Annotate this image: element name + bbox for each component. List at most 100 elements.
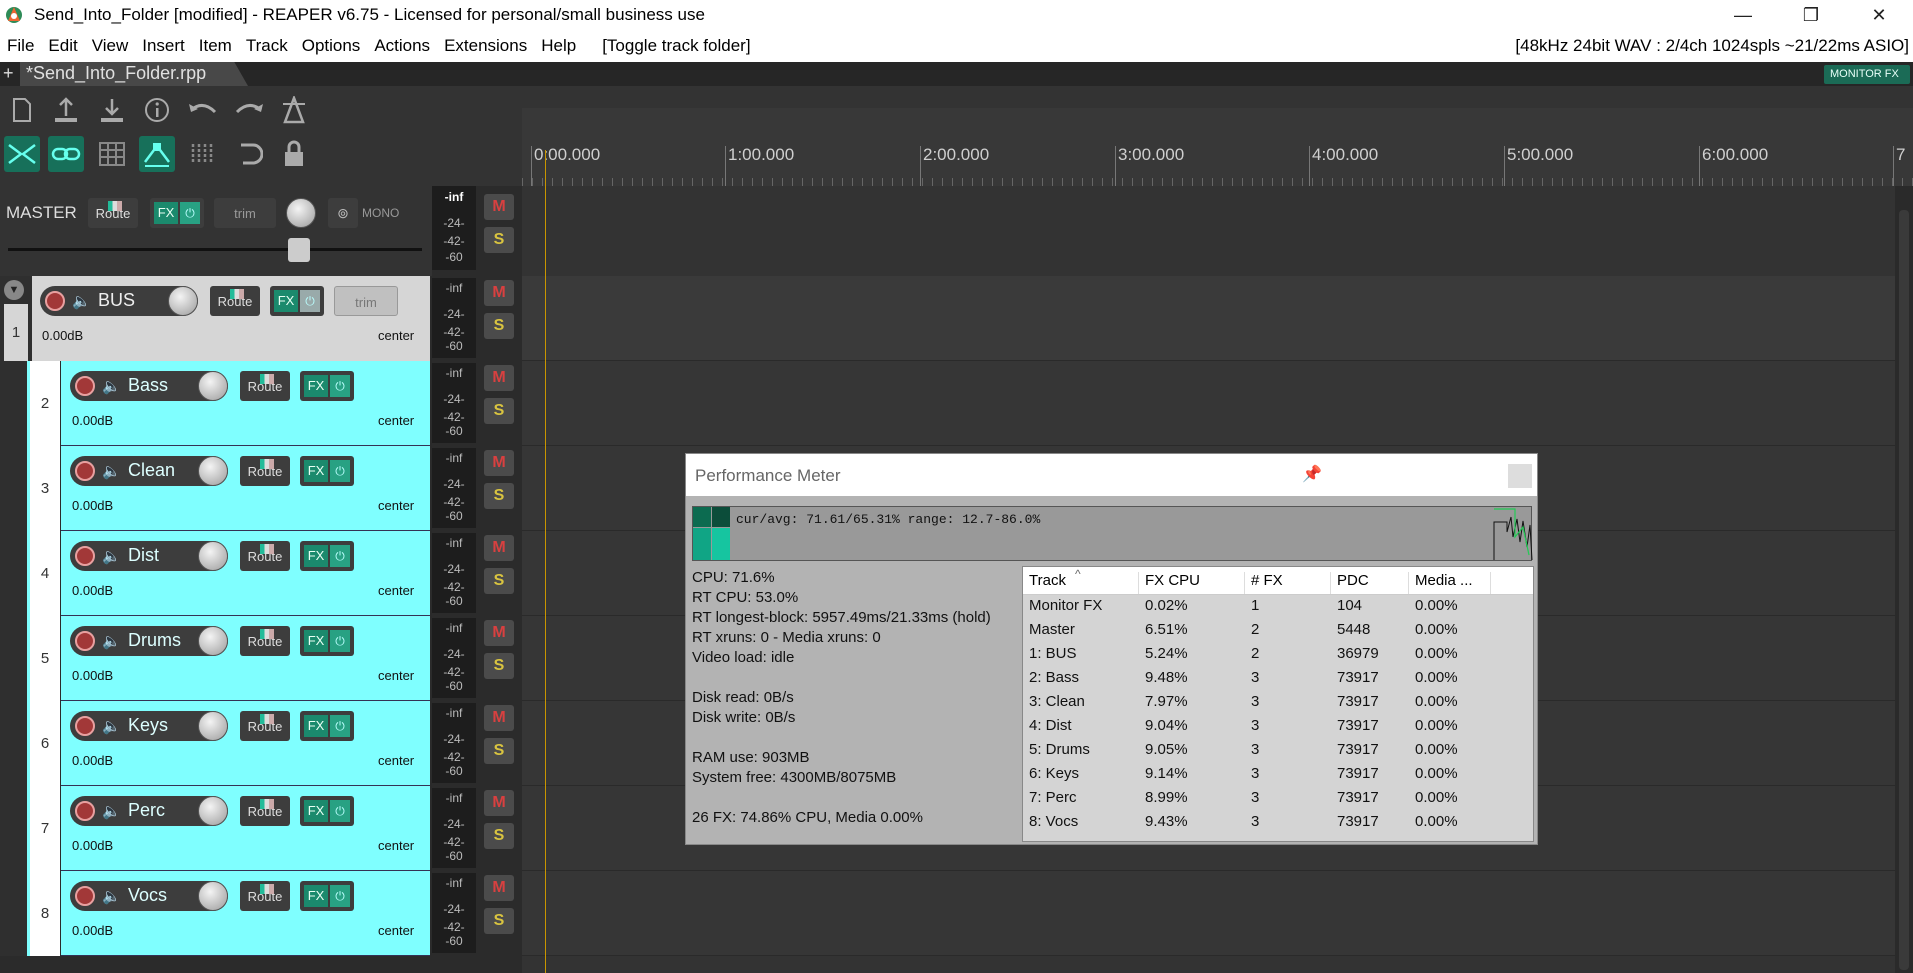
- speaker-icon[interactable]: 🔈: [102, 632, 121, 650]
- open-project-icon[interactable]: [94, 92, 130, 128]
- master-trim-button[interactable]: trim: [214, 198, 276, 228]
- track-fx-button[interactable]: FX ⏻: [300, 796, 354, 826]
- folder-collapse-icon[interactable]: ▼: [4, 280, 24, 300]
- track-volume-knob[interactable]: [198, 541, 228, 571]
- track-row-drums[interactable]: 5 🔈 Drums Route FX ⏻ 0.00dB center: [0, 616, 432, 701]
- track-lane-vocs[interactable]: [522, 871, 1913, 956]
- mute-button[interactable]: M: [484, 790, 514, 816]
- table-row[interactable]: 4: Dist 9.04% 3 73917 0.00%: [1023, 715, 1533, 739]
- menu-view[interactable]: View: [85, 36, 136, 56]
- track-fx-button[interactable]: FX ⏻: [300, 541, 354, 571]
- pin-icon[interactable]: 📌: [1302, 464, 1322, 484]
- menu-insert[interactable]: Insert: [135, 36, 192, 56]
- mute-button[interactable]: M: [484, 620, 514, 646]
- col-media[interactable]: Media ...: [1415, 572, 1491, 594]
- record-arm-icon[interactable]: [75, 801, 95, 821]
- track-route-button[interactable]: Route: [240, 456, 290, 486]
- track-fx-button[interactable]: FX ⏻: [300, 711, 354, 741]
- maximize-button[interactable]: ❐: [1777, 0, 1845, 30]
- solo-button[interactable]: S: [484, 313, 514, 339]
- table-row[interactable]: 2: Bass 9.48% 3 73917 0.00%: [1023, 667, 1533, 691]
- menu-item[interactable]: Item: [192, 36, 239, 56]
- menu-help[interactable]: Help: [534, 36, 583, 56]
- record-arm-icon[interactable]: [45, 291, 65, 311]
- undo-icon[interactable]: [185, 92, 221, 128]
- master-volume-fader[interactable]: [288, 238, 310, 262]
- menu-file[interactable]: File: [0, 36, 41, 56]
- col-fx-cpu[interactable]: FX CPU: [1145, 572, 1245, 594]
- track-trim-button[interactable]: trim: [334, 286, 398, 316]
- mute-button[interactable]: M: [484, 280, 514, 306]
- record-arm-icon[interactable]: [75, 631, 95, 651]
- mute-button[interactable]: M: [484, 535, 514, 561]
- lock-icon[interactable]: [276, 136, 312, 172]
- table-row[interactable]: 5: Drums 9.05% 3 73917 0.00%: [1023, 739, 1533, 763]
- track-volume-knob[interactable]: [198, 456, 228, 486]
- master-mute-button[interactable]: M: [484, 194, 514, 220]
- speaker-icon[interactable]: 🔈: [102, 717, 121, 735]
- speaker-icon[interactable]: 🔈: [102, 802, 121, 820]
- solo-button[interactable]: S: [484, 483, 514, 509]
- perf-close-button[interactable]: [1508, 464, 1532, 488]
- mono-stereo-icon[interactable]: ⊚: [328, 198, 358, 228]
- timeline-ruler[interactable]: 0:00.000 1:00.000 2:00.000 3:00.000 4:00…: [522, 108, 1913, 188]
- master-pan-knob[interactable]: [286, 198, 316, 228]
- track-fx-button[interactable]: FX ⏻: [300, 881, 354, 911]
- record-arm-icon[interactable]: [75, 461, 95, 481]
- table-row[interactable]: 7: Perc 8.99% 3 73917 0.00%: [1023, 787, 1533, 811]
- track-lane-bass[interactable]: [522, 361, 1913, 446]
- vertical-scrollbar[interactable]: [1895, 186, 1913, 973]
- loop-icon[interactable]: [231, 136, 267, 172]
- new-tab-button[interactable]: +: [3, 62, 14, 85]
- table-row[interactable]: 8: Vocs 9.43% 3 73917 0.00%: [1023, 811, 1533, 835]
- fx-cpu-table[interactable]: Track ^ FX CPU # FX PDC Media ... Monito…: [1022, 566, 1534, 842]
- track-route-button[interactable]: Route: [240, 626, 290, 656]
- track-row-bass[interactable]: 2 🔈 Bass Route FX ⏻ 0.00dB center: [0, 361, 432, 446]
- menu-track[interactable]: Track: [239, 36, 295, 56]
- table-row[interactable]: 6: Keys 9.14% 3 73917 0.00%: [1023, 763, 1533, 787]
- speaker-icon[interactable]: 🔈: [102, 462, 121, 480]
- metronome-icon[interactable]: [276, 92, 312, 128]
- master-fx-button[interactable]: FX ⏻: [150, 198, 204, 228]
- track-row-perc[interactable]: 7 🔈 Perc Route FX ⏻ 0.00dB center: [0, 786, 432, 871]
- track-fx-button[interactable]: FX ⏻: [300, 626, 354, 656]
- table-row[interactable]: 3: Clean 7.97% 3 73917 0.00%: [1023, 691, 1533, 715]
- table-row[interactable]: Master 6.51% 2 5448 0.00%: [1023, 619, 1533, 643]
- speaker-icon[interactable]: 🔈: [102, 547, 121, 565]
- minimize-button[interactable]: —: [1709, 0, 1777, 30]
- track-route-button[interactable]: Route: [240, 711, 290, 741]
- auto-crossfade-icon[interactable]: [139, 136, 175, 172]
- redo-icon[interactable]: [231, 92, 267, 128]
- close-button[interactable]: ✕: [1845, 0, 1913, 30]
- track-row-vocs[interactable]: 8 🔈 Vocs Route FX ⏻ 0.00dB center: [0, 871, 432, 956]
- new-project-icon[interactable]: [4, 92, 40, 128]
- track-route-button[interactable]: Route: [240, 371, 290, 401]
- speaker-icon[interactable]: 🔈: [72, 292, 91, 310]
- track-volume-knob[interactable]: [198, 881, 228, 911]
- solo-button[interactable]: S: [484, 653, 514, 679]
- track-fx-button[interactable]: FX ⏻: [270, 286, 324, 316]
- solo-button[interactable]: S: [484, 823, 514, 849]
- track-volume-knob[interactable]: [198, 626, 228, 656]
- grid-icon[interactable]: [94, 136, 130, 172]
- menu-extensions[interactable]: Extensions: [437, 36, 534, 56]
- speaker-icon[interactable]: 🔈: [102, 887, 121, 905]
- track-route-button[interactable]: Route: [210, 286, 260, 316]
- solo-button[interactable]: S: [484, 568, 514, 594]
- project-info-icon[interactable]: [139, 92, 175, 128]
- ripple-edit-icon[interactable]: [4, 136, 40, 172]
- menu-actions[interactable]: Actions: [367, 36, 437, 56]
- mute-button[interactable]: M: [484, 705, 514, 731]
- track-row-keys[interactable]: 6 🔈 Keys Route FX ⏻ 0.00dB center: [0, 701, 432, 786]
- mute-button[interactable]: M: [484, 365, 514, 391]
- audio-device-status[interactable]: [48kHz 24bit WAV : 2/4ch 1024spls ~21/22…: [1515, 36, 1909, 56]
- track-route-button[interactable]: Route: [240, 541, 290, 571]
- track-volume-knob[interactable]: [168, 286, 198, 316]
- save-project-icon[interactable]: [48, 92, 84, 128]
- col-track[interactable]: Track: [1029, 572, 1139, 594]
- snap-icon[interactable]: [185, 136, 221, 172]
- record-arm-icon[interactable]: [75, 886, 95, 906]
- mute-button[interactable]: M: [484, 450, 514, 476]
- col-num-fx[interactable]: # FX: [1251, 572, 1331, 594]
- track-route-button[interactable]: Route: [240, 796, 290, 826]
